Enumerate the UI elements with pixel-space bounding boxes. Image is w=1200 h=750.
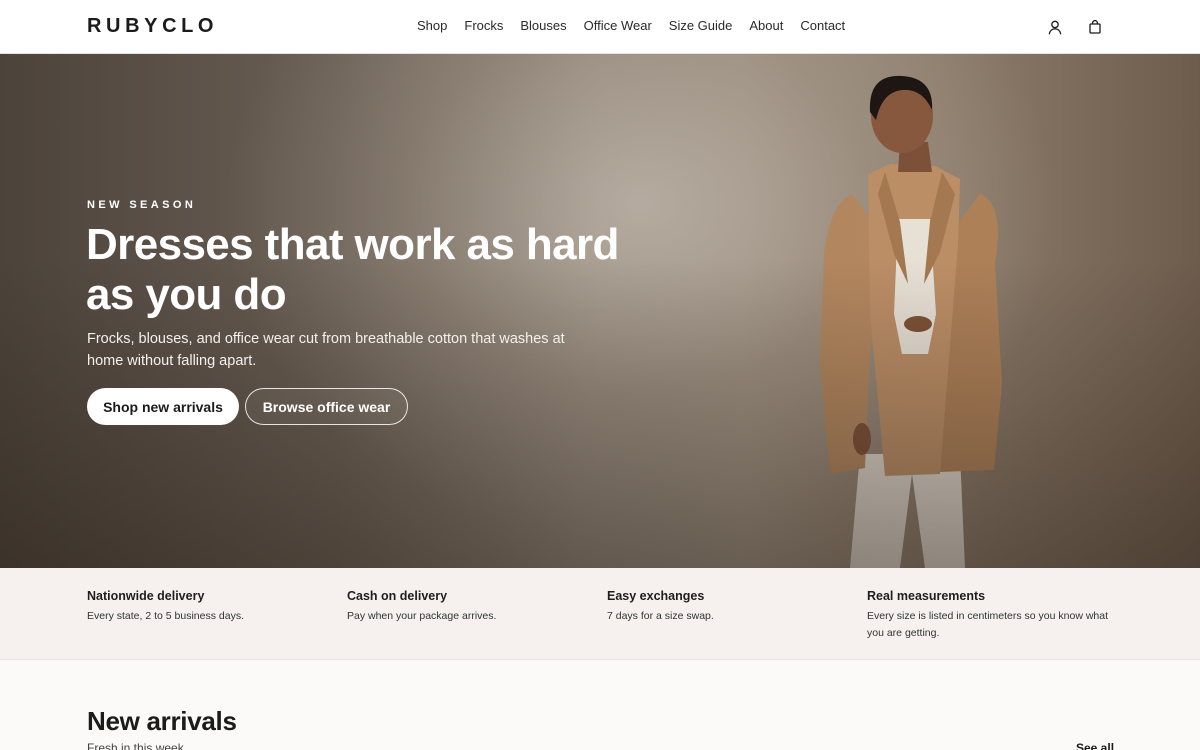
perk-title: Real measurements [867, 589, 986, 603]
hero-eyebrow: NEW SEASON [87, 199, 197, 211]
brand-logo[interactable]: RUBYCLO [87, 15, 218, 38]
shop-new-arrivals-button[interactable]: Shop new arrivals [87, 388, 239, 425]
nav-item-frocks[interactable]: Frocks [464, 18, 503, 33]
nav-item-office-wear[interactable]: Office Wear [584, 18, 652, 33]
perk-title: Nationwide delivery [87, 589, 205, 603]
perk-text: 7 days for a size swap. [607, 610, 714, 622]
hero-subtitle: Frocks, blouses, and office wear cut fro… [87, 331, 565, 369]
new-arrivals-heading: New arrivals [87, 706, 237, 736]
hero-title: Dresses that work as hard as you do [86, 220, 619, 319]
new-arrivals-subtitle: Fresh in this week [87, 741, 184, 750]
browse-office-wear-button[interactable]: Browse office wear [245, 388, 408, 425]
perk-title: Cash on delivery [347, 589, 448, 603]
perk-text: Every state, 2 to 5 business days. [87, 610, 244, 622]
perk-text: Every size is listed in centimeters so y… [867, 610, 1109, 639]
perk-delivery: Nationwide delivery Every state, 2 to 5 … [87, 589, 337, 625]
perk-cod: Cash on delivery Pay when your package a… [347, 589, 597, 625]
perk-measurements: Real measurements Every size is listed i… [867, 589, 1117, 642]
perk-text: Pay when your package arrives. [347, 610, 497, 622]
nav-item-about[interactable]: About [749, 18, 783, 33]
shopping-bag-icon[interactable] [1085, 17, 1105, 37]
perks-strip: Nationwide delivery Every state, 2 to 5 … [0, 568, 1200, 660]
hero-banner: NEW SEASON Dresses that work as hard as … [0, 54, 1200, 568]
site-header: RUBYCLO Shop Frocks Blouses Office Wear … [0, 0, 1200, 54]
nav-item-shop[interactable]: Shop [417, 18, 447, 33]
nav-item-contact[interactable]: Contact [800, 18, 845, 33]
perk-title: Easy exchanges [607, 589, 705, 603]
perk-exchanges: Easy exchanges 7 days for a size swap. [607, 589, 857, 625]
user-icon[interactable] [1045, 17, 1065, 37]
nav-item-blouses[interactable]: Blouses [520, 18, 566, 33]
nav-item-size-guide[interactable]: Size Guide [669, 18, 733, 33]
see-all-link[interactable]: See all [1076, 741, 1114, 750]
main-nav: Shop Frocks Blouses Office Wear Size Gui… [417, 18, 845, 33]
